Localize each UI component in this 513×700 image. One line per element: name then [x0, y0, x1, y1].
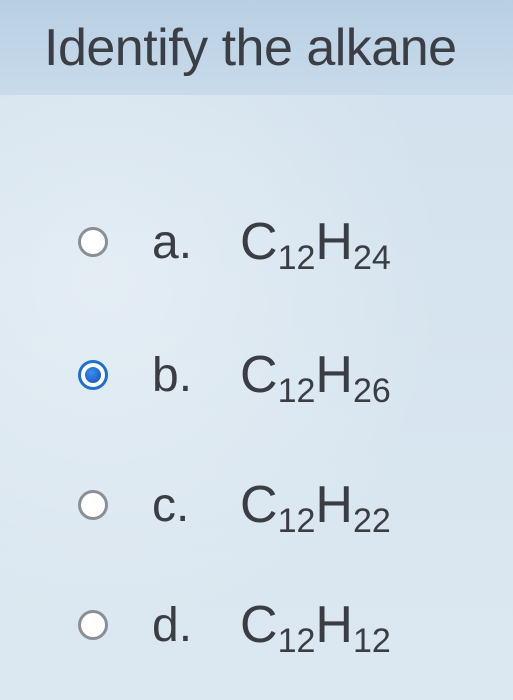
option-letter-b: b.: [152, 348, 193, 402]
option-formula-c: C12H22: [240, 476, 391, 540]
option-a[interactable]: a. C12H24: [78, 207, 391, 277]
option-d[interactable]: d. C12H12: [78, 590, 391, 660]
radio-button-b[interactable]: [78, 360, 108, 390]
radio-button-d[interactable]: [78, 610, 108, 640]
radio-button-a[interactable]: [78, 227, 108, 257]
answer-options: a. C12H24 b. C12H26 c. C12H22 d. C12H12: [0, 0, 513, 700]
option-c[interactable]: c. C12H22: [78, 470, 391, 540]
option-letter-a: a.: [152, 215, 193, 269]
radio-button-c[interactable]: [78, 490, 108, 520]
option-formula-b: C12H26: [240, 346, 391, 410]
quiz-screen: Identify the alkane a. C12H24 b. C12H26 …: [0, 0, 513, 700]
option-formula-d: C12H12: [240, 596, 391, 660]
option-letter-c: c.: [152, 478, 190, 532]
option-letter-d: d.: [152, 598, 193, 652]
option-formula-a: C12H24: [240, 213, 391, 277]
option-b[interactable]: b. C12H26: [78, 340, 391, 410]
